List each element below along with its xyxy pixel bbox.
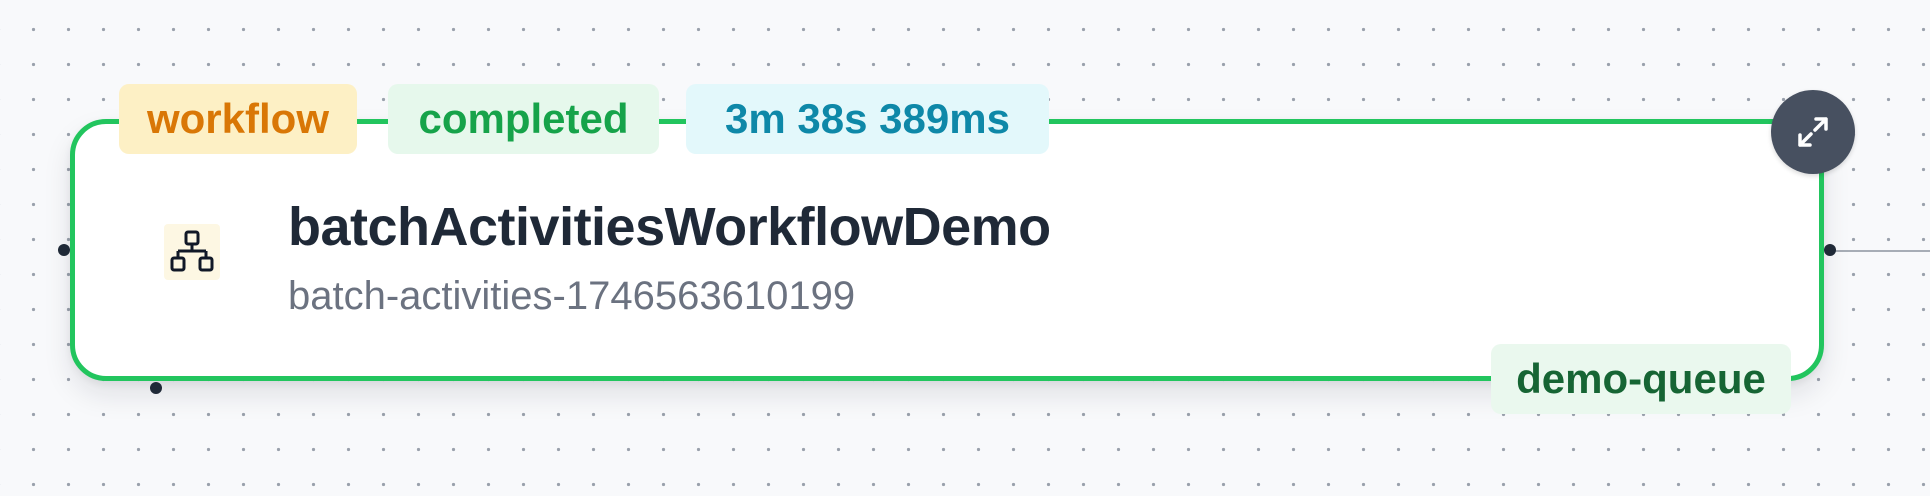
- queue-badge: demo-queue: [1491, 344, 1791, 414]
- type-badge: workflow: [119, 84, 357, 154]
- flow-canvas[interactable]: batchActivitiesWorkflowDemo batch-activi…: [0, 0, 1930, 496]
- duration-badge: 3m 38s 389ms: [686, 84, 1049, 154]
- type-badge-label: workflow: [146, 95, 329, 142]
- bottom-handle[interactable]: [150, 382, 162, 394]
- workflow-node[interactable]: batchActivitiesWorkflowDemo batch-activi…: [70, 119, 1824, 381]
- status-badge-label: completed: [418, 95, 629, 142]
- right-handle[interactable]: [1824, 244, 1836, 256]
- duration-badge-label: 3m 38s 389ms: [725, 95, 1010, 142]
- workflow-hierarchy-icon: [164, 224, 220, 280]
- expand-icon: [1798, 117, 1828, 147]
- queue-badge-label: demo-queue: [1516, 355, 1766, 402]
- expand-button[interactable]: [1771, 90, 1855, 174]
- outgoing-edge: [1832, 250, 1930, 252]
- node-subtitle: batch-activities-1746563610199: [288, 274, 856, 318]
- workflow-hierarchy-icon-svg: [170, 230, 214, 272]
- status-badge: completed: [388, 84, 659, 154]
- node-title: batchActivitiesWorkflowDemo: [288, 197, 1051, 257]
- left-handle[interactable]: [58, 244, 70, 256]
